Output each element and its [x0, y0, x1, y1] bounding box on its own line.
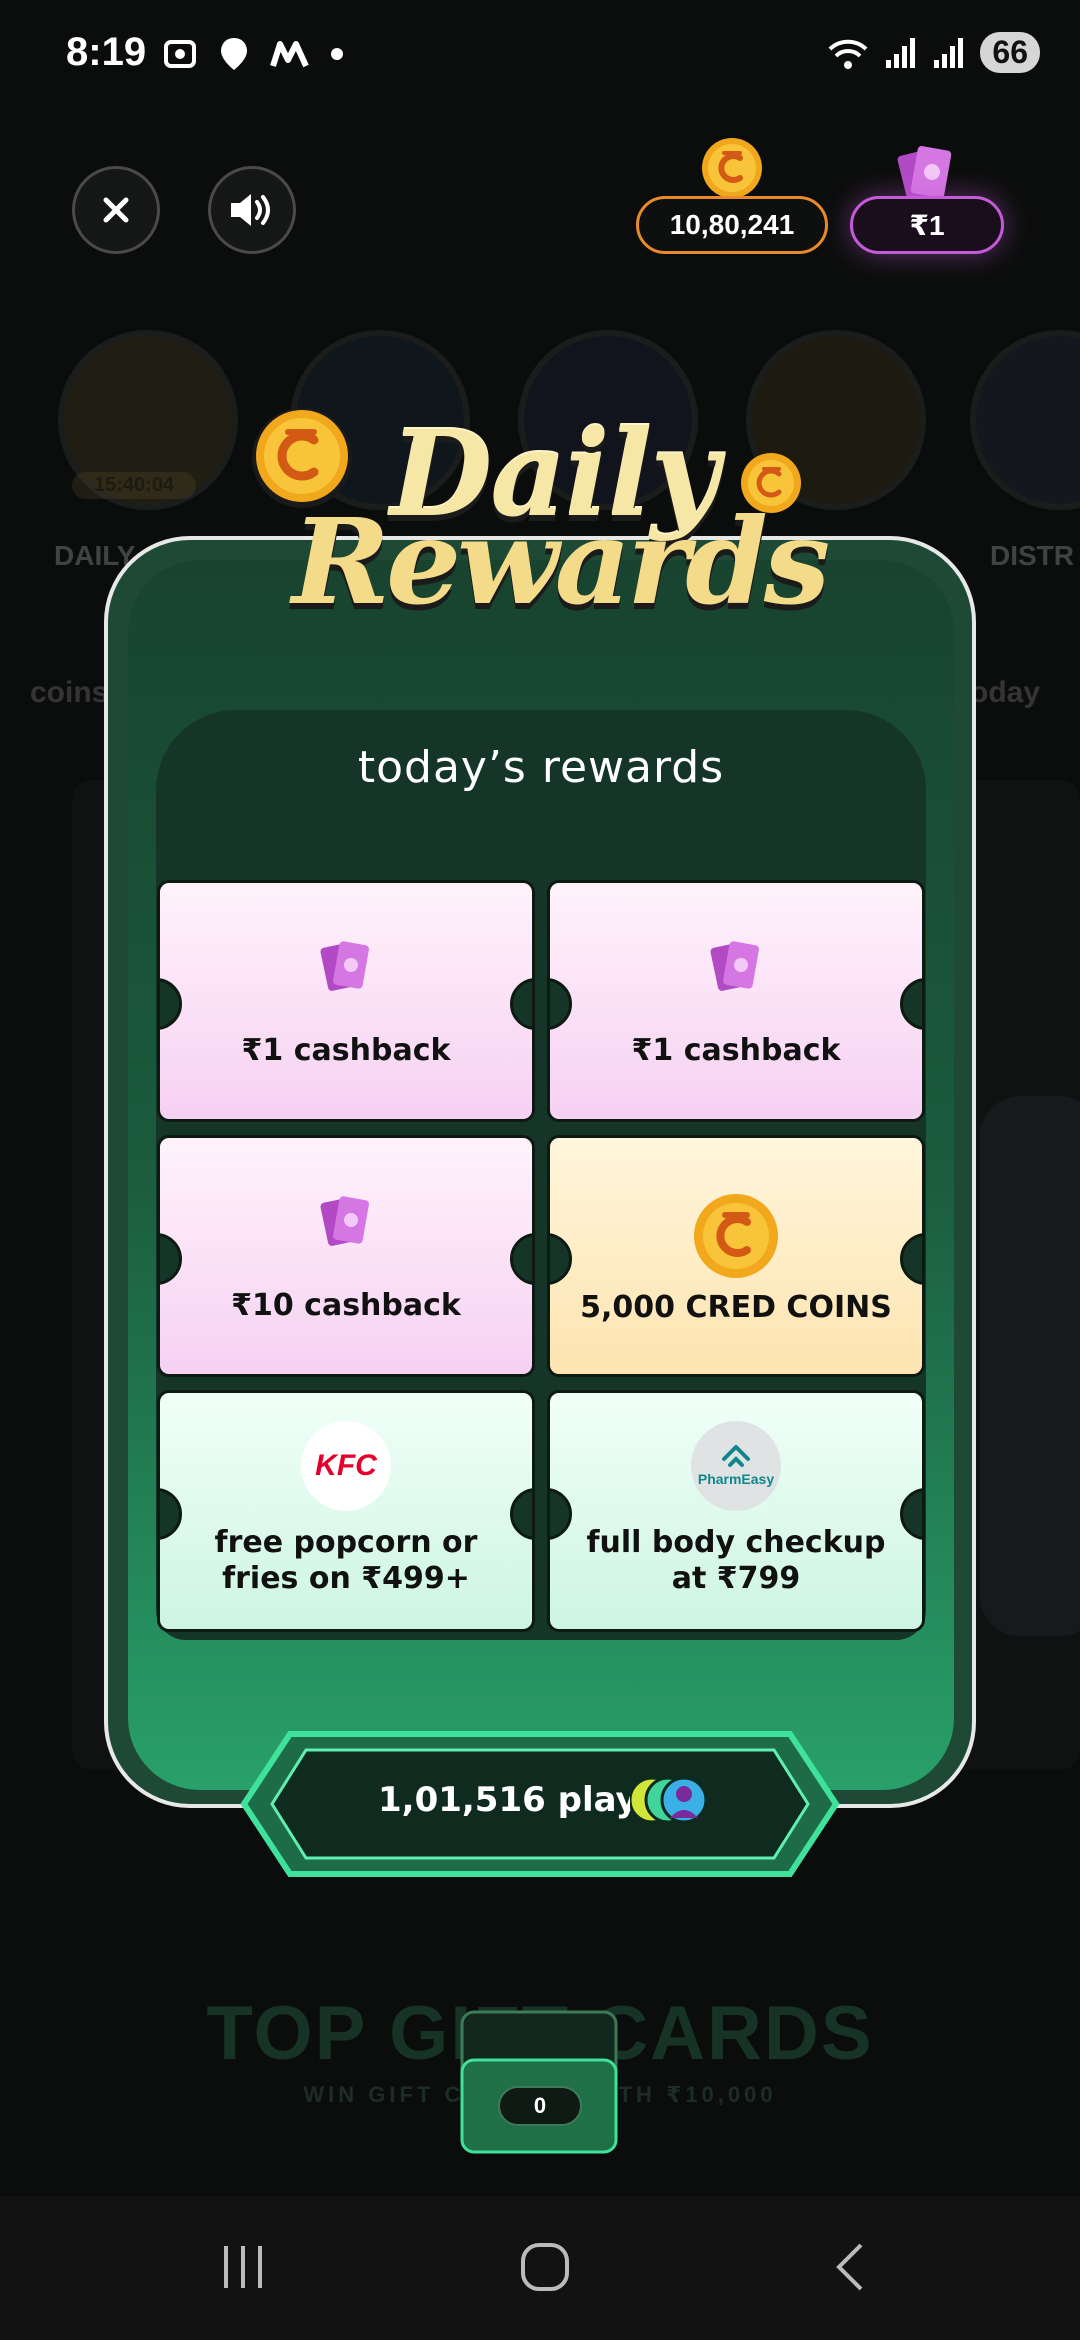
system-nav-bar [0, 2196, 1080, 2340]
reward-ticket[interactable]: ₹10 cashback [157, 1135, 535, 1377]
pharmeasy-logo-text: PharmEasy [697, 1471, 775, 1487]
reward-ticket[interactable]: PharmEasy full body checkup at ₹799 [547, 1390, 925, 1632]
screenshot-icon [164, 40, 196, 68]
reward-label-line2: at ₹799 [671, 1561, 801, 1596]
background-side-card [980, 1096, 1080, 1636]
bg-text-coins: coins [30, 676, 109, 709]
m-icon [270, 41, 309, 68]
reward-label: ₹1 cashback [631, 1033, 841, 1068]
cash-stack-icon [710, 941, 759, 991]
back-button[interactable] [804, 2232, 894, 2302]
cash-stack-icon [320, 1196, 369, 1246]
cred-coin-icon [252, 408, 352, 508]
counter-value: 0 [498, 2086, 582, 2126]
reward-ticket[interactable]: 5,000 CRED COINS [547, 1135, 925, 1377]
signal-icon [886, 37, 916, 68]
pharmeasy-logo: PharmEasy [691, 1421, 781, 1511]
ticket-notch [160, 1233, 182, 1285]
signal-icon-2 [934, 37, 964, 68]
bg-label-distr: DISTR [990, 540, 1074, 571]
kfc-logo: KFC [301, 1421, 391, 1511]
reward-label: ₹1 cashback [241, 1033, 451, 1068]
reward-label-line1: full body checkup [586, 1525, 886, 1560]
wifi-icon [829, 39, 868, 69]
sound-toggle-button[interactable] [208, 166, 296, 254]
battery-indicator: 66 [980, 32, 1040, 73]
recent-apps-icon [224, 2246, 262, 2288]
rewards-tray-title: today’s rewards [357, 742, 725, 793]
status-bar: 8:19 66 [0, 0, 1080, 110]
ticket-notch [160, 978, 182, 1030]
kfc-logo-text: KFC [315, 1449, 377, 1482]
cash-stack-icon [320, 941, 369, 991]
counter-box[interactable] [460, 2010, 618, 2154]
reward-label-line2: fries on ₹499+ [222, 1561, 470, 1596]
bg-text-today: oday [970, 676, 1041, 709]
home-icon [521, 2243, 569, 2291]
coin-balance-pill[interactable]: 10,80,241 [636, 196, 828, 254]
status-right: 66 [826, 32, 1040, 73]
player-avatars-icon [630, 1776, 708, 1824]
status-left-icons [162, 36, 344, 72]
recent-apps-button[interactable] [198, 2232, 288, 2302]
cred-coin-icon [741, 453, 801, 513]
maps-pin-icon [221, 38, 247, 70]
speaker-icon [231, 194, 270, 226]
reward-label: 5,000 CRED COINS [580, 1290, 892, 1325]
reward-ticket[interactable]: ₹1 cashback [157, 880, 535, 1122]
home-button[interactable] [500, 2232, 590, 2302]
close-icon [103, 197, 129, 223]
coin-balance: 10,80,241 [669, 209, 795, 240]
ticket-notch [900, 1233, 922, 1285]
ticket-notch [510, 978, 532, 1030]
reward-ticket[interactable]: KFC free popcorn or fries on ₹499+ [157, 1390, 535, 1632]
bg-game-distr [970, 330, 1080, 510]
bg-timer: 15:40:04 [72, 472, 197, 499]
ticket-notch [550, 978, 572, 1030]
cashback-balance-pill[interactable]: ₹1 [850, 196, 1004, 254]
ticket-notch [510, 1233, 532, 1285]
status-time: 8:19 [66, 30, 147, 74]
pharmeasy-mark-icon [722, 1445, 750, 1467]
reward-label-line1: free popcorn or [214, 1525, 478, 1560]
dot-icon [331, 48, 343, 60]
ticket-notch [550, 1233, 572, 1285]
cred-coin-icon [694, 1194, 778, 1278]
cashback-balance: ₹1 [909, 209, 945, 241]
reward-label: ₹10 cashback [231, 1288, 461, 1323]
back-icon [836, 2243, 863, 2291]
close-button[interactable] [72, 166, 160, 254]
ticket-notch [900, 978, 922, 1030]
reward-ticket[interactable]: ₹1 cashback [547, 880, 925, 1122]
cred-coin-icon [702, 138, 762, 198]
